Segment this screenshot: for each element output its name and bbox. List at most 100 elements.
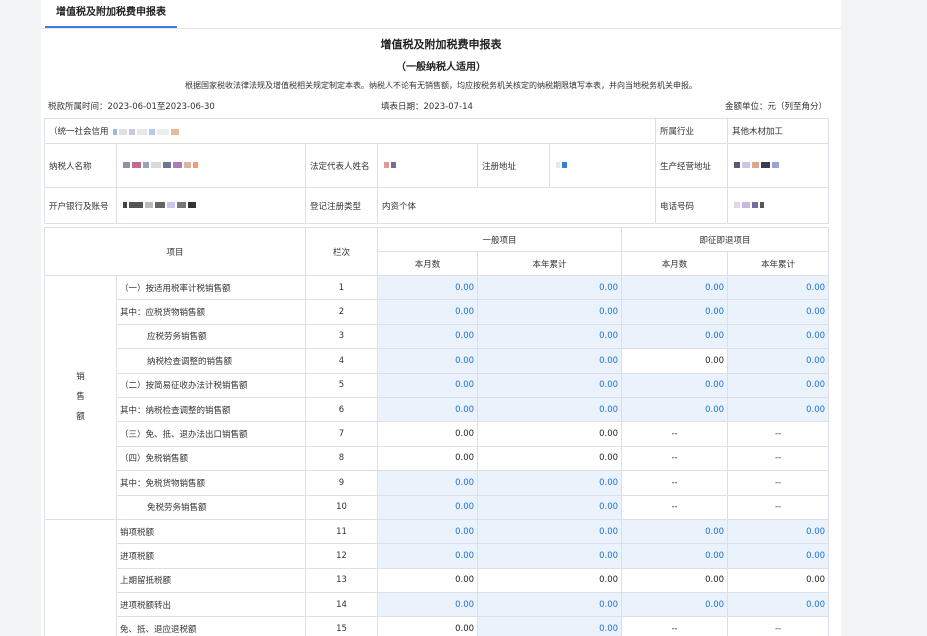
amount-input[interactable]: 0.00 xyxy=(477,299,623,325)
amount-value: 0.00 xyxy=(477,567,623,594)
row-item-name: 进项税额 xyxy=(115,543,307,569)
header-refund-month: 本月数 xyxy=(621,251,729,276)
fill-date: 填表日期：2023-07-14 xyxy=(381,102,473,112)
na-cell: -- xyxy=(727,494,830,520)
amount-input[interactable]: 0.00 xyxy=(621,543,729,569)
amount-unit: 金额单位：元（列至角分） xyxy=(724,102,827,112)
credit-code-redacted xyxy=(111,127,180,137)
credit-code-label: （统一社会信用 xyxy=(49,127,109,137)
na-cell: -- xyxy=(727,616,830,636)
form-subtitle: （一般纳税人适用） xyxy=(396,62,486,73)
amount-input[interactable]: 0.00 xyxy=(377,396,479,423)
amount-input[interactable]: 0.00 xyxy=(477,592,623,618)
reg-type-value[interactable]: 内资个体 xyxy=(377,187,656,224)
industry-value[interactable]: 其他木材加工 xyxy=(727,118,829,144)
amount-input[interactable]: 0.00 xyxy=(621,518,729,545)
biz-address-redacted[interactable] xyxy=(727,143,829,188)
amount-input[interactable]: 0.00 xyxy=(727,543,830,569)
amount-input[interactable]: 0.00 xyxy=(477,372,623,398)
row-item-name: （四）免税销售额 xyxy=(115,445,307,472)
amount-input[interactable]: 0.00 xyxy=(377,592,479,618)
section-tax-label xyxy=(44,518,117,636)
row-line-no: 2 xyxy=(305,299,379,325)
bank-account-redacted[interactable] xyxy=(116,187,306,224)
amount-input[interactable]: 0.00 xyxy=(727,299,830,325)
amount-input[interactable]: 0.00 xyxy=(727,518,830,545)
amount-input[interactable]: 0.00 xyxy=(727,323,830,350)
tab-vat-declaration[interactable]: 增值税及附加税费申报表 xyxy=(45,0,177,28)
amount-input[interactable]: 0.00 xyxy=(621,592,729,618)
section-sales-char: 额 xyxy=(76,412,85,423)
row-line-no: 5 xyxy=(305,372,379,398)
amount-input[interactable]: 0.00 xyxy=(477,274,623,301)
amount-input[interactable]: 0.00 xyxy=(477,348,623,374)
table-row: 销售额（一）按适用税率计税销售额 1 0.00 0.00 0.00 0.00 xyxy=(44,274,830,520)
amount-input[interactable]: 0.00 xyxy=(727,348,830,374)
amount-input[interactable]: 0.00 xyxy=(377,274,479,301)
row-item-name: 免税劳务销售额 xyxy=(115,494,307,520)
form-title: 增值税及附加税费申报表 xyxy=(380,38,502,51)
amount-input[interactable]: 0.00 xyxy=(621,323,729,350)
row-line-no: 12 xyxy=(305,543,379,569)
amount-input[interactable]: 0.00 xyxy=(377,518,479,545)
row-line-no: 4 xyxy=(305,348,379,374)
amount-input[interactable]: 0.00 xyxy=(477,494,623,520)
amount-value: 0.00 xyxy=(477,445,623,472)
amount-input[interactable]: 0.00 xyxy=(727,396,830,423)
amount-value: 0.00 xyxy=(377,567,479,594)
amount-input[interactable]: 0.00 xyxy=(477,518,623,545)
reg-address-redacted[interactable] xyxy=(549,143,656,188)
amount-input[interactable]: 0.00 xyxy=(377,470,479,496)
amount-input[interactable]: 0.00 xyxy=(727,592,830,618)
amount-input[interactable]: 0.00 xyxy=(377,543,479,569)
row-item-name: 其中：应税货物销售额 xyxy=(115,299,307,325)
table-row: 其中：纳税检查调整的销售额 6 0.00 0.00 0.00 0.00 xyxy=(45,396,830,423)
amount-input[interactable]: 0.00 xyxy=(621,372,729,398)
legal-rep-label: 法定代表人姓名 xyxy=(305,143,378,188)
row-line-no: 6 xyxy=(305,396,379,423)
table-row: （二）按简易征收办法计税销售额 5 0.00 0.00 0.00 0.00 xyxy=(45,372,830,398)
amount-value: 0.00 xyxy=(621,348,729,374)
amount-input[interactable]: 0.00 xyxy=(377,494,479,520)
amount-input[interactable]: 0.00 xyxy=(477,470,623,496)
amount-input[interactable]: 0.00 xyxy=(377,348,479,374)
row-item-name: 纳税检查调整的销售额 xyxy=(115,348,307,374)
amount-input[interactable]: 0.00 xyxy=(477,616,623,636)
row-item-name: （二）按简易征收办法计税销售额 xyxy=(115,372,307,398)
amount-input[interactable]: 0.00 xyxy=(377,299,479,325)
row-item-name: 进项税额转出 xyxy=(115,592,307,618)
industry-label: 所属行业 xyxy=(655,118,728,144)
phone-label: 电话号码 xyxy=(655,187,728,224)
amount-input[interactable]: 0.00 xyxy=(621,299,729,325)
amount-input[interactable]: 0.00 xyxy=(727,274,830,301)
amount-input[interactable]: 0.00 xyxy=(377,323,479,350)
row-item-name: 其中：纳税检查调整的销售额 xyxy=(115,396,307,423)
amount-input[interactable]: 0.00 xyxy=(621,274,729,301)
amount-input[interactable]: 0.00 xyxy=(727,372,830,398)
legal-rep-redacted[interactable] xyxy=(377,143,478,188)
table-row: 销项税额 11 0.00 0.00 0.00 0.00 xyxy=(44,518,830,636)
name-label: 纳税人名称 xyxy=(44,143,117,188)
table-row: （四）免税销售额 8 0.00 0.00 -- -- xyxy=(45,445,830,472)
amount-input[interactable]: 0.00 xyxy=(621,396,729,423)
na-cell: -- xyxy=(727,421,830,447)
phone-redacted[interactable] xyxy=(727,187,829,224)
amount-input[interactable]: 0.00 xyxy=(377,372,479,398)
row-line-no: 8 xyxy=(305,445,379,472)
na-cell: -- xyxy=(727,445,830,472)
section-sales-label: 销售额 xyxy=(44,275,117,520)
amount-input[interactable]: 0.00 xyxy=(477,396,623,423)
row-line-no: 10 xyxy=(305,494,379,520)
amount-input[interactable]: 0.00 xyxy=(477,543,623,569)
amount-input[interactable]: 0.00 xyxy=(477,323,623,350)
row-line-no: 3 xyxy=(305,323,379,350)
header-line-no: 栏次 xyxy=(305,227,379,276)
taxpayer-name-redacted[interactable] xyxy=(116,143,306,188)
na-cell: -- xyxy=(621,470,729,496)
row-item-name: 免、抵、退应退税额 xyxy=(115,616,307,636)
na-cell: -- xyxy=(621,445,729,472)
table-row: 纳税检查调整的销售额 4 0.00 0.00 0.00 0.00 xyxy=(45,348,830,374)
row-item-name: 上期留抵税额 xyxy=(115,567,307,594)
header-general-month: 本月数 xyxy=(377,251,479,276)
row-item-name: （一）按适用税率计税销售额 xyxy=(115,274,307,301)
